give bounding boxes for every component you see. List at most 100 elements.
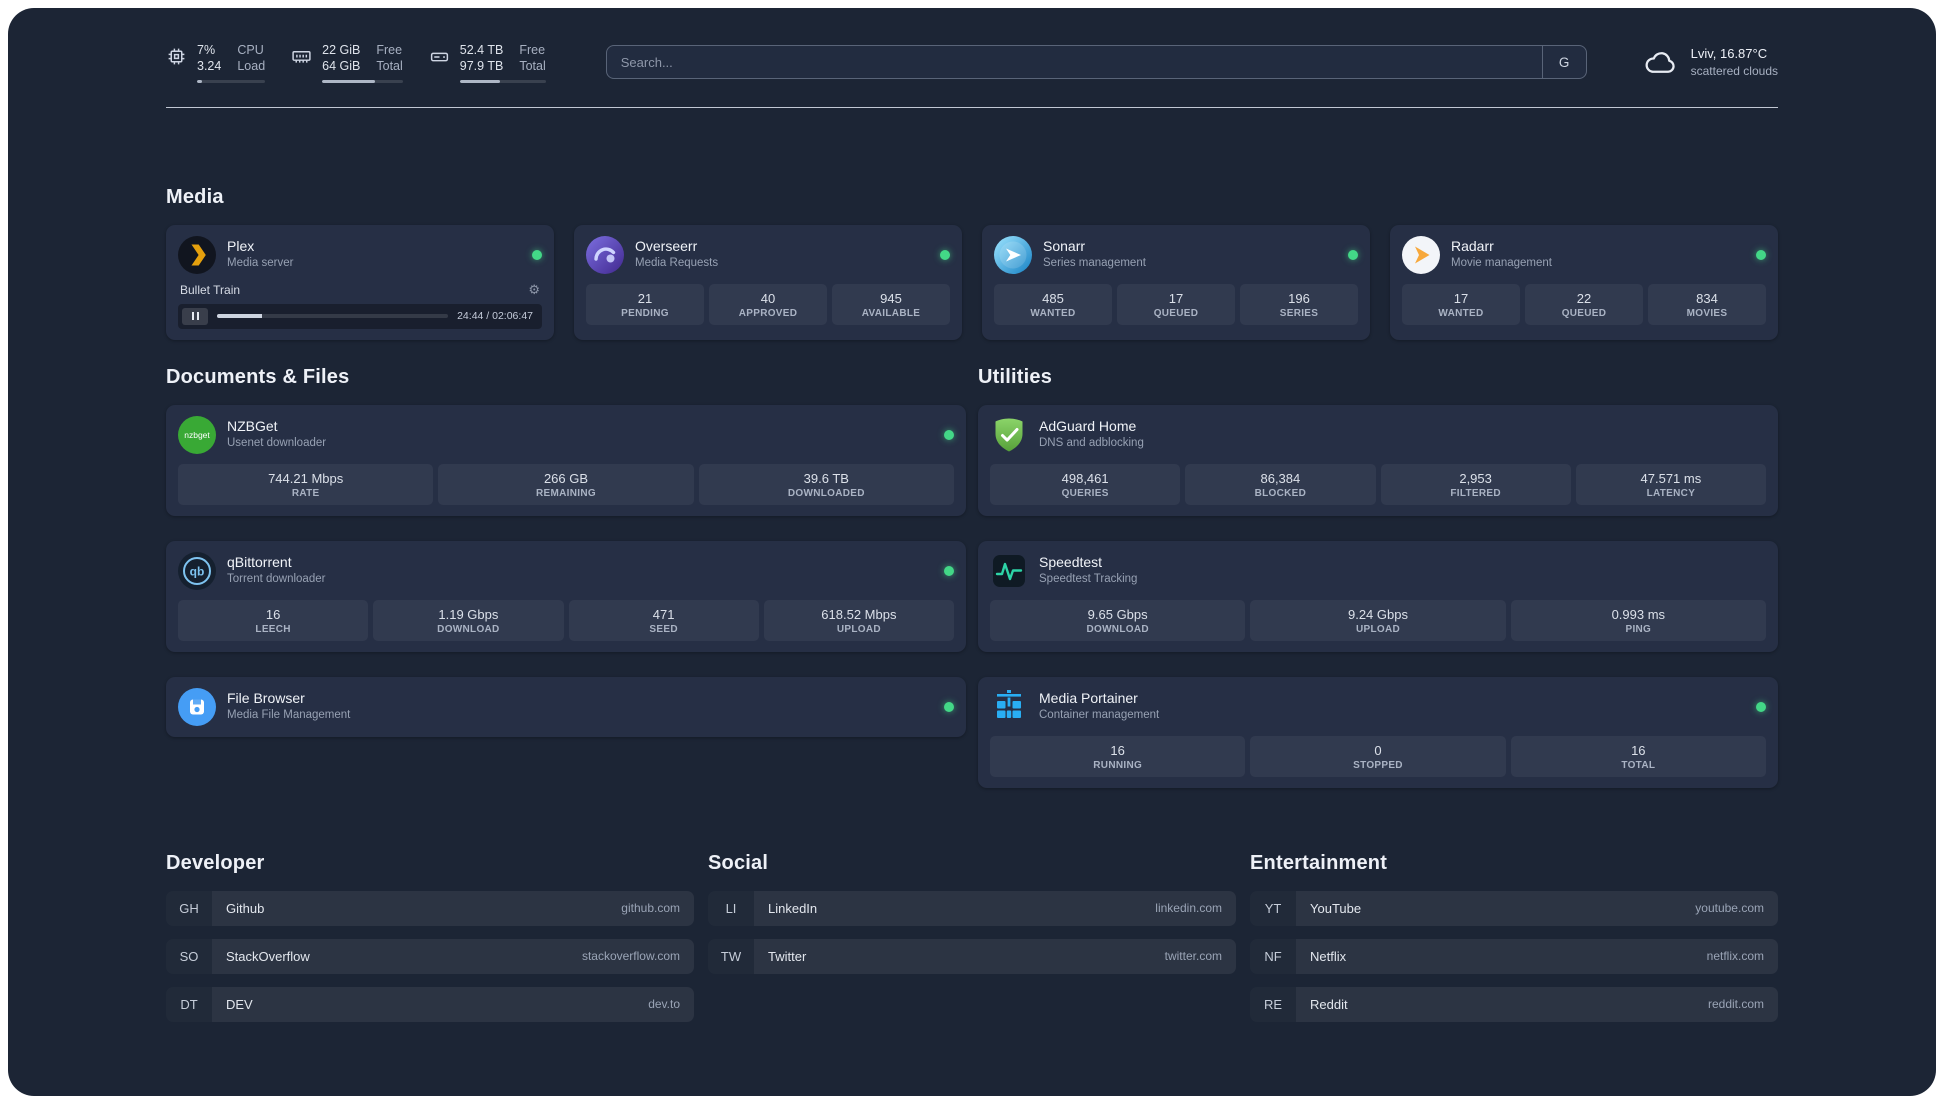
status-dot [1756,249,1766,260]
service-card-adguard[interactable]: AdGuard Home DNS and adblocking 498,461 … [978,404,1778,516]
resource-memory: 22 GiB Free 64 GiB Total [291,42,403,83]
service-description: Series management [1043,256,1146,269]
plex-now-playing: Bullet Train ⚙ 24:44 / 02:06:47 [178,283,542,329]
service-description: Torrent downloader [227,572,326,585]
cloud-icon [1643,47,1679,77]
stat-ping: 0.993 ms PING [1510,599,1766,641]
disk-stats: 52.4 TB Free 97.9 TB Total [459,42,546,83]
disk-total-label: Total [519,59,546,74]
cpu-usage-bar [197,79,266,83]
bookmark-abbr: YT [1250,891,1296,926]
service-card-filebrowser[interactable]: File Browser Media File Management [166,676,966,737]
bookmark-dev[interactable]: DT DEV dev.to [166,986,694,1022]
stat-upload: 9.24 Gbps UPLOAD [1250,599,1506,641]
cpu-load-label: Load [237,59,266,74]
status-dot [1348,249,1358,260]
service-description: Speedtest Tracking [1039,572,1138,585]
service-name: Speedtest [1039,554,1103,571]
stat-movies: 834 MOVIES [1648,283,1766,325]
plex-icon [178,235,216,274]
bookmark-group-title: Developer [166,851,265,874]
service-card-sonarr[interactable]: Sonarr Series management 485 WANTED 17 Q… [982,224,1370,340]
bookmark-name: Netflix [1310,948,1347,964]
search-provider-button[interactable]: G [1541,46,1586,79]
gear-icon[interactable]: ⚙ [528,283,540,296]
bookmark-linkedin[interactable]: LI LinkedIn linkedin.com [708,890,1236,926]
disk-free-value: 52.4 TB [459,43,504,57]
stat-approved: 40 APPROVED [709,283,827,325]
service-name: File Browser [227,690,305,707]
bookmark-domain: github.com [621,901,680,915]
stat-total: 16 TOTAL [1510,735,1766,777]
service-card-nzbget[interactable]: nzbget NZBGet Usenet downloader 744.21 M… [166,404,966,516]
weather-location: Lviv, 16.87°C [1690,46,1768,62]
memory-free-label: Free [376,43,403,57]
service-card-overseerr[interactable]: Overseerr Media Requests 21 PENDING 40 A… [574,224,962,340]
adguard-icon [990,416,1028,454]
cpu-icon [166,42,187,67]
bookmark-abbr: SO [166,939,212,974]
playback-time: 24:44 / 02:06:47 [457,310,533,322]
service-name: AdGuard Home [1039,418,1137,435]
stat-wanted: 17 WANTED [1402,283,1520,325]
section-documents: Documents & Files nzbget NZBGet Usenet d… [166,366,966,788]
stat-leech: 16 LEECH [178,599,369,641]
service-name: NZBGet [227,418,278,435]
stat-upload: 618.52 Mbps UPLOAD [763,599,954,641]
cpu-usage-label: CPU [237,43,264,57]
bookmark-domain: linkedin.com [1155,901,1222,915]
svg-text:qb: qb [190,564,205,578]
stat-download: 1.19 Gbps DOWNLOAD [373,599,564,641]
service-name: Radarr [1451,238,1494,255]
stat-available: 945 AVAILABLE [832,283,950,325]
search-input[interactable] [606,46,1542,79]
bookmark-domain: twitter.com [1164,949,1222,963]
stat-queued: 17 QUEUED [1117,283,1235,325]
playback-progress-bar [217,314,449,318]
bookmark-netflix[interactable]: NF Netflix netflix.com [1250,938,1778,974]
service-description: Media server [227,256,294,269]
dashboard-content: 7% CPU 3.24 Load 22 GiB Free 64 GiB Tota… [166,8,1778,1052]
bookmark-name: Twitter [768,948,807,964]
stat-stopped: 0 STOPPED [1250,735,1506,777]
service-card-plex[interactable]: Plex Media server Bullet Train ⚙ 24:44 /… [166,224,554,340]
now-playing-title: Bullet Train [180,282,241,297]
portainer-icon [990,688,1028,726]
filebrowser-icon [178,687,216,726]
bookmark-name: YouTube [1310,900,1362,916]
service-card-radarr[interactable]: Radarr Movie management 17 WANTED 22 QUE… [1390,224,1778,340]
stat-filtered: 2,953 FILTERED [1380,463,1571,505]
bookmark-group-social: Social LI LinkedIn linkedin.com TW Twitt… [708,852,1236,1022]
service-card-portainer[interactable]: Media Portainer Container management 16 … [978,676,1778,788]
bookmark-stackoverflow[interactable]: SO StackOverflow stackoverflow.com [166,938,694,974]
memory-icon [291,42,312,67]
stat-blocked: 86,384 BLOCKED [1185,463,1376,505]
stat-downloaded: 39.6 TB DOWNLOADED [698,463,954,505]
svg-text:nzbget: nzbget [184,430,210,440]
bookmark-github[interactable]: GH Github github.com [166,890,694,926]
service-name: Sonarr [1043,238,1086,255]
service-description: Movie management [1451,256,1552,269]
stat-wanted: 485 WANTED [994,283,1112,325]
status-dot [944,429,954,440]
status-dot [944,701,954,712]
status-dot [532,249,542,260]
sonarr-icon [994,235,1032,274]
search-bar[interactable]: G [605,45,1587,80]
section-title-utilities: Utilities [978,365,1053,388]
dashboard-panel: 7% CPU 3.24 Load 22 GiB Free 64 GiB Tota… [8,8,1936,1096]
stat-running: 16 RUNNING [990,735,1246,777]
service-description: Media File Management [227,708,351,721]
bookmark-abbr: RE [1250,987,1296,1022]
memory-usage-bar [322,79,403,83]
pause-button[interactable] [182,307,208,325]
service-card-qbittorrent[interactable]: qb qBittorrent Torrent downloader 16 LEE… [166,540,966,652]
nzbget-icon: nzbget [178,415,216,454]
weather-condition: scattered clouds [1690,63,1778,78]
service-card-speedtest[interactable]: Speedtest Speedtest Tracking 9.65 Gbps D… [978,540,1778,652]
bookmark-reddit[interactable]: RE Reddit reddit.com [1250,986,1778,1022]
bookmark-name: StackOverflow [226,948,310,964]
resource-disk: 52.4 TB Free 97.9 TB Total [429,42,546,83]
bookmark-twitter[interactable]: TW Twitter twitter.com [708,938,1236,974]
bookmark-youtube[interactable]: YT YouTube youtube.com [1250,890,1778,926]
